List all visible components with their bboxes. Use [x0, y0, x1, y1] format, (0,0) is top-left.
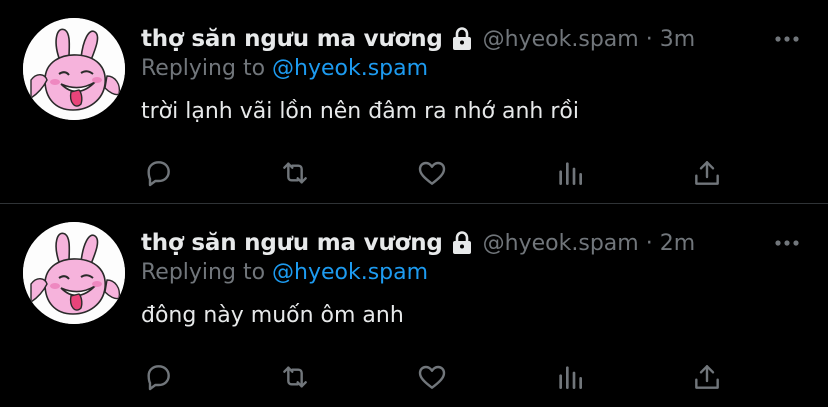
separator: ·	[645, 26, 653, 52]
tweet-text: đông này muốn ôm anh	[141, 303, 404, 328]
more-icon[interactable]	[772, 234, 802, 252]
replying-to-label: Replying to	[141, 260, 266, 285]
tweet-header: thợ săn ngưu ma vương @hyeok.spam · 3m	[141, 22, 695, 56]
display-name[interactable]: thợ săn ngưu ma vương	[141, 230, 443, 256]
mention-link[interactable]: @hyeok.spam	[272, 260, 428, 285]
analytics-icon[interactable]	[552, 155, 588, 191]
separator: ·	[645, 230, 653, 256]
share-icon[interactable]	[689, 359, 725, 395]
action-bar	[0, 359, 828, 395]
tweet[interactable]: thợ săn ngưu ma vương @hyeok.spam · 2m R…	[0, 204, 828, 407]
avatar[interactable]	[23, 18, 125, 120]
timestamp[interactable]: 3m	[660, 27, 695, 52]
replying-to-label: Replying to	[141, 56, 266, 81]
action-bar	[0, 155, 828, 191]
replying-to: Replying to @hyeok.spam	[141, 260, 428, 285]
analytics-icon[interactable]	[552, 359, 588, 395]
timestamp[interactable]: 2m	[660, 231, 695, 256]
tweet[interactable]: thợ săn ngưu ma vương @hyeok.spam · 3m R…	[0, 0, 828, 203]
avatar[interactable]	[23, 222, 125, 324]
mention-link[interactable]: @hyeok.spam	[272, 56, 428, 81]
retweet-icon[interactable]	[277, 359, 313, 395]
retweet-icon[interactable]	[277, 155, 313, 191]
lock-icon	[451, 27, 473, 51]
replying-to: Replying to @hyeok.spam	[141, 56, 428, 81]
more-icon[interactable]	[772, 30, 802, 48]
like-icon[interactable]	[414, 359, 450, 395]
handle[interactable]: @hyeok.spam	[483, 231, 639, 256]
tweet-header: thợ săn ngưu ma vương @hyeok.spam · 2m	[141, 226, 695, 260]
reply-icon[interactable]	[140, 359, 176, 395]
reply-icon[interactable]	[140, 155, 176, 191]
tweet-text: trời lạnh vãi lồn nên đâm ra nhớ anh rồi	[141, 99, 579, 124]
share-icon[interactable]	[689, 155, 725, 191]
lock-icon	[451, 231, 473, 255]
like-icon[interactable]	[414, 155, 450, 191]
display-name[interactable]: thợ săn ngưu ma vương	[141, 26, 443, 52]
handle[interactable]: @hyeok.spam	[483, 27, 639, 52]
